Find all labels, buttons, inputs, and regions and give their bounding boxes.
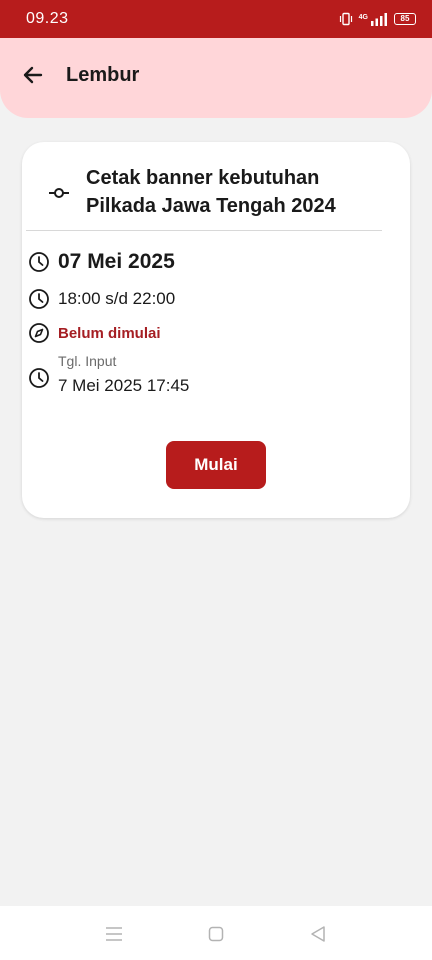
network-type: 4G — [358, 14, 368, 21]
vibrate-icon — [339, 12, 352, 26]
task-header: Cetak banner kebutuhan Pilkada Jawa Teng… — [48, 164, 388, 220]
arrow-left-icon — [23, 66, 43, 84]
app-header: Lembur — [0, 38, 432, 118]
task-title-line-1: Cetak banner kebutuhan — [86, 167, 320, 189]
start-button[interactable]: Mulai — [166, 441, 266, 489]
page-title: Lembur — [66, 63, 140, 86]
back-nav-button[interactable] — [306, 922, 330, 946]
system-nav-bar — [0, 906, 432, 960]
home-button[interactable] — [204, 922, 228, 946]
back-button[interactable] — [16, 58, 50, 92]
signal-icon — [371, 12, 387, 26]
task-title: Cetak banner kebutuhan Pilkada Jawa Teng… — [86, 164, 336, 220]
status-bar: 09.23 4G 85 — [0, 0, 432, 38]
screen: 09.23 4G 85 Lembur Cetak banner kebutuha… — [0, 0, 432, 960]
battery-icon: 85 — [394, 13, 416, 25]
task-title-line-2: Pilkada Jawa Tengah 2024 — [86, 195, 336, 217]
commit-icon — [49, 188, 69, 198]
status-time: 09.23 — [26, 10, 69, 27]
menu-icon — [106, 927, 122, 941]
menu-button[interactable] — [102, 922, 126, 946]
status-icons: 4G 85 — [339, 12, 416, 26]
back-triangle-icon — [311, 926, 325, 942]
home-square-icon — [208, 926, 224, 942]
